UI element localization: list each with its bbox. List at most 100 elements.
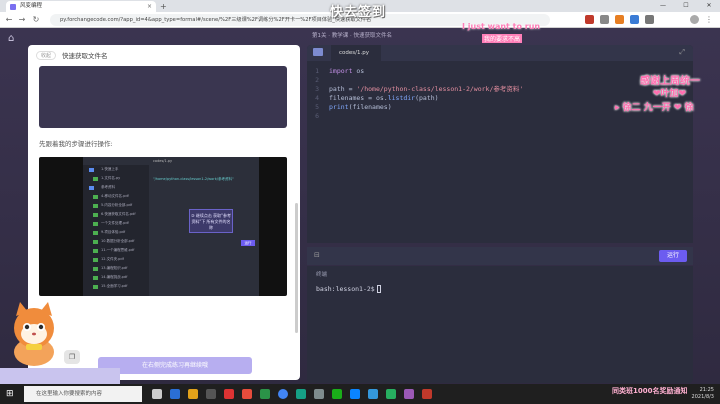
expand-icon[interactable]: ⤢ xyxy=(679,48,685,57)
taskbar-search[interactable]: 在这里输入你要搜索的内容 xyxy=(24,386,142,402)
stream-title-overlay: 快去签到 xyxy=(330,5,387,20)
line-number: 1 xyxy=(315,67,319,75)
page: ⌂ 第1关 · 教学课 · 快速获取文件名 收起 快速获取文件名 先跟着我的步骤… xyxy=(0,28,720,384)
app-icon[interactable] xyxy=(314,389,324,399)
chat-bubble-icon[interactable]: ❐ xyxy=(64,350,80,364)
close-tab-icon[interactable]: × xyxy=(147,1,152,12)
maximize-button[interactable]: ☐ xyxy=(675,0,697,12)
reload-icon[interactable]: ↻ xyxy=(31,14,41,26)
video-run-button: 运行 xyxy=(241,240,255,246)
app-icon[interactable] xyxy=(260,389,270,399)
app-icon[interactable] xyxy=(170,389,180,399)
clock-time: 21:25 xyxy=(699,387,714,393)
code-text: path = '/home/python-class/lesson1-2/wor… xyxy=(329,85,524,93)
extension-icon[interactable] xyxy=(630,15,639,24)
line-number: 2 xyxy=(315,76,319,84)
video-tip: ③ 继续点击 获取"参考资料"下 所有文件的名称 xyxy=(189,209,233,233)
terminal-panel[interactable]: 终端 bash:lesson1-2$ xyxy=(307,266,693,383)
back-icon[interactable]: ← xyxy=(4,14,14,26)
terminal-label: 终端 xyxy=(316,272,328,278)
next-button[interactable]: 在右侧完成练习再继续哦 xyxy=(98,357,252,374)
editor-tab[interactable]: codes/1.py xyxy=(331,45,381,61)
video-tree-item: 10.数据分析全部.pdf xyxy=(83,237,149,246)
video-tree-item: 1.快速上手 xyxy=(83,165,149,174)
minimize-button[interactable]: — xyxy=(652,0,674,12)
app-icon[interactable] xyxy=(188,389,198,399)
windows-start-icon[interactable]: ⊞ xyxy=(6,389,16,399)
video-file-title: codes/1.py xyxy=(153,159,173,163)
terminal-cursor xyxy=(376,285,381,293)
video-tree-item: 5.内容分析全部.pdf xyxy=(83,201,149,210)
app-icon[interactable] xyxy=(224,389,234,399)
app-icon[interactable] xyxy=(386,389,396,399)
app-icon[interactable] xyxy=(296,389,306,399)
video-tree-item: 14.编程挑战.pdf xyxy=(83,273,149,282)
app-icon[interactable] xyxy=(242,389,252,399)
video-tree-item: 参考资料 xyxy=(83,183,149,192)
video-tree-item: 11.一个编程思维.pdf xyxy=(83,246,149,255)
profile-avatar[interactable] xyxy=(690,15,699,24)
lesson-scrollbar[interactable] xyxy=(295,203,298,333)
home-icon[interactable]: ⌂ xyxy=(8,34,20,44)
folder-icon[interactable] xyxy=(313,48,323,56)
code-editor[interactable]: codes/1.py ⤢ 1 import os 2 3 path = '/home/p… xyxy=(307,45,693,243)
overlay-text: I just want to run xyxy=(462,22,541,31)
site-favicon-icon xyxy=(10,4,16,10)
run-toolbar: ⊟ 运行 xyxy=(307,247,693,265)
overlay-text: ▸ 徐二 九一开 ❤ 徐 xyxy=(615,103,694,113)
app-icon[interactable] xyxy=(404,389,414,399)
terminal-prompt[interactable]: bash:lesson1-2$ xyxy=(316,285,381,293)
cat-mascot-icon xyxy=(14,302,54,366)
app-icon[interactable] xyxy=(422,389,432,399)
lesson-header: 收起 快速获取文件名 xyxy=(36,49,108,61)
prompt-text: bash:lesson1-2$ xyxy=(316,285,375,293)
system-tray-clock[interactable]: 21:25 2021/8/3 xyxy=(692,387,714,401)
menu-icon[interactable]: ⋮ xyxy=(704,14,714,26)
line-number: 5 xyxy=(315,103,319,111)
chrome-icon[interactable] xyxy=(278,389,288,399)
code-line[interactable]: 2 xyxy=(307,76,693,85)
floor-decoration xyxy=(0,368,120,384)
app-icon[interactable] xyxy=(368,389,378,399)
overlay-text: 感谢上周统一 xyxy=(640,76,700,87)
editor-tabbar: codes/1.py ⤢ xyxy=(307,45,693,61)
app-icon[interactable] xyxy=(350,389,360,399)
terminal-toggle-icon[interactable]: ⊟ xyxy=(314,251,320,259)
forward-icon[interactable]: → xyxy=(17,14,27,26)
video-tree-item: 15.全面学习.pdf xyxy=(83,282,149,291)
close-window-button[interactable]: ✕ xyxy=(698,0,720,12)
lesson-panel: 收起 快速获取文件名 先跟着我的步骤进行操作: codes/1.py "/hom… xyxy=(28,45,300,380)
line-number: 3 xyxy=(315,85,319,93)
overlay-text: 我的要求不高 xyxy=(482,34,523,43)
tutorial-video[interactable]: codes/1.py "/home/python-class/lesson1-2… xyxy=(39,157,287,296)
code-line[interactable]: 1 import os xyxy=(307,67,693,76)
wechat-icon[interactable] xyxy=(332,389,342,399)
extension-icon[interactable] xyxy=(600,15,609,24)
video-frame: codes/1.py "/home/python-class/lesson1-2… xyxy=(83,157,259,296)
video-tree-item: 4-移动文件名.pdf xyxy=(83,192,149,201)
extension-icon[interactable] xyxy=(645,15,654,24)
overlay-text: ❤叶加❤ xyxy=(653,89,687,99)
browser-tab[interactable]: 风变编程 × xyxy=(6,1,156,12)
task-view-icon[interactable] xyxy=(152,389,162,399)
code-text: filenames = os.listdir(path) xyxy=(329,94,439,102)
step-instruction: 先跟着我的步骤进行操作: xyxy=(39,140,113,148)
video-file-tree: 1.快速上手 1.文件名.py 参考资料 4-移动文件名.pdf 5.内容分析全部.pd… xyxy=(83,165,149,296)
collapse-button[interactable]: 收起 xyxy=(36,50,57,60)
extension-icon[interactable] xyxy=(585,15,594,24)
new-tab-button[interactable]: + xyxy=(160,1,167,12)
code-text: import os xyxy=(329,67,365,75)
video-tree-item: 9.项目体验.pdf xyxy=(83,228,149,237)
video-tree-item: 1.文件名.py xyxy=(83,174,149,183)
code-line[interactable]: 6 xyxy=(307,112,693,121)
code-line[interactable]: 3 path = '/home/python-class/lesson1-2/wo… xyxy=(307,85,693,94)
video-tree-item: 12.文件夹.pdf xyxy=(83,255,149,264)
extension-icon[interactable] xyxy=(615,15,624,24)
run-button[interactable]: 运行 xyxy=(659,250,687,262)
app-icon[interactable] xyxy=(206,389,216,399)
clock-date: 2021/8/3 xyxy=(691,394,714,400)
lesson-title: 快速获取文件名 xyxy=(62,52,108,60)
line-number: 6 xyxy=(315,112,319,120)
